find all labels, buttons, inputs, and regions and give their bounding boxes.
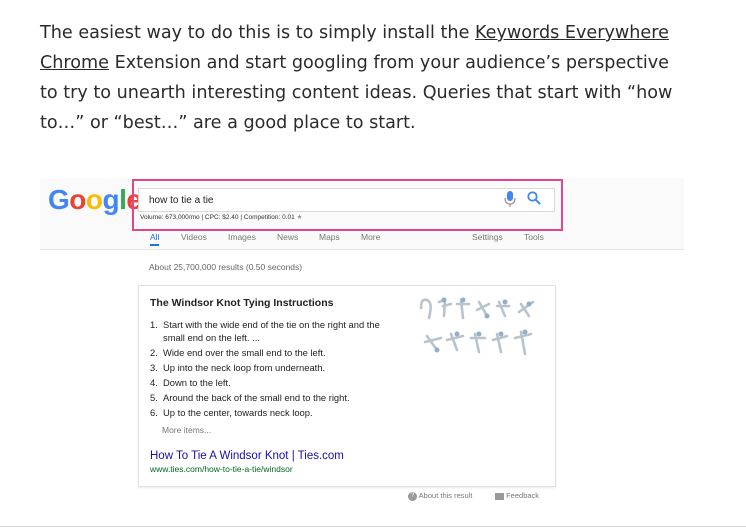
tab-settings[interactable]: Settings — [472, 232, 503, 242]
step-number: 1. — [150, 319, 158, 330]
tie-knot-diagram-image — [419, 297, 535, 356]
list-item: 1. Start with the wide end of the tie on … — [150, 319, 400, 344]
highlight-box — [132, 179, 563, 231]
article-text-before: The easiest way to do this is to simply … — [40, 23, 475, 43]
tab-news[interactable]: News — [277, 232, 298, 242]
step-number: 5. — [150, 391, 158, 403]
list-item: 3. Up into the neck loop from underneath. — [150, 362, 400, 375]
article-text-after: Extension and start googling from your a… — [40, 53, 673, 133]
article-paragraph: The easiest way to do this is to simply … — [40, 18, 690, 138]
feedback-icon — [495, 492, 504, 500]
snippet-steps: 1. Start with the wide end of the tie on … — [150, 319, 400, 422]
tab-tools[interactable]: Tools — [524, 232, 544, 242]
step-text: Wide end over the small end to the left. — [163, 346, 326, 358]
divider — [0, 526, 746, 527]
feedback-link[interactable]: Feedback — [495, 491, 539, 500]
result-url: www.ties.com/how-to-tie-a-tie/windsor — [150, 464, 293, 474]
tab-videos[interactable]: Videos — [181, 232, 207, 242]
step-number: 4. — [150, 376, 158, 388]
list-item: 4. Down to the left. — [150, 377, 400, 390]
step-number: 3. — [150, 361, 158, 373]
more-items-link[interactable]: More items... — [162, 425, 211, 435]
step-number: 6. — [150, 406, 158, 418]
step-text: Up into the neck loop from underneath. — [163, 361, 326, 373]
result-stats: About 25,700,000 results (0.50 seconds) — [149, 262, 303, 272]
result-title-link[interactable]: How To Tie A Windsor Knot | Ties.com — [150, 450, 344, 462]
list-item: 2. Wide end over the small end to the lef… — [150, 347, 400, 360]
google-search-screenshot: Google how to tie a tie Volume: 673,000/… — [40, 178, 684, 518]
step-number: 2. — [150, 346, 158, 358]
tab-maps[interactable]: Maps — [319, 232, 340, 242]
tab-more[interactable]: More — [361, 232, 380, 242]
step-text: Start with the wide end of the tie on th… — [163, 319, 380, 343]
help-icon: ? — [408, 491, 417, 501]
step-text: Around the back of the small end to the … — [163, 391, 350, 403]
about-label: About this result — [418, 491, 473, 500]
list-item: 5. Around the back of the small end to th… — [150, 392, 400, 405]
feedback-label: Feedback — [506, 491, 540, 500]
list-item: 6. Up to the center, towards neck loop. — [150, 407, 400, 420]
step-text: Down to the left. — [163, 376, 231, 388]
snippet-title: The Windsor Knot Tying Instructions — [150, 297, 334, 309]
about-this-result[interactable]: ? About this result — [408, 491, 472, 501]
step-text: Up to the center, towards neck loop. — [163, 406, 313, 418]
google-logo: Google — [48, 184, 142, 215]
tab-images[interactable]: Images — [228, 232, 256, 242]
tab-all[interactable]: All — [150, 232, 160, 246]
featured-snippet: The Windsor Knot Tying Instructions 1. St… — [138, 285, 556, 487]
